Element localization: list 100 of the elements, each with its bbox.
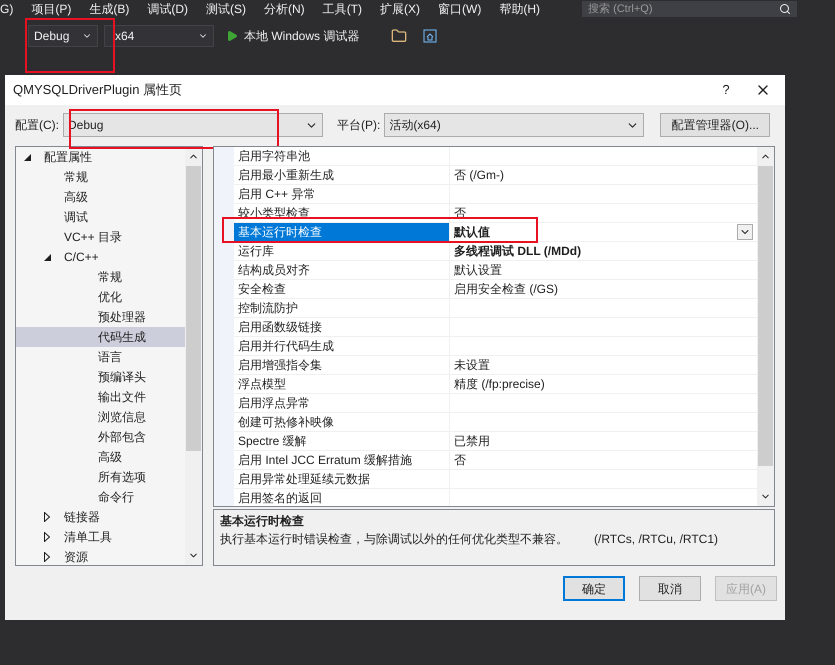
property-row[interactable]: 浮点模型 精度 (/fp:precise) [234,375,757,394]
tree-item[interactable]: 命令行 [16,487,185,507]
tree-item[interactable]: 链接器 [16,507,185,527]
tree-item[interactable]: 浏览信息 [16,407,185,427]
menu-item[interactable]: 测试(S) [206,1,246,17]
tree-item[interactable]: 所有选项 [16,467,185,487]
menu-item[interactable]: G) [0,1,14,17]
dropdown-button-icon[interactable] [737,224,753,240]
property-row[interactable]: 启用函数级链接 [234,318,757,337]
window-icon[interactable] [423,29,438,43]
tree-item[interactable]: VC++ 目录 [16,227,185,247]
tree-item[interactable]: 清单工具 [16,527,185,547]
help-button[interactable]: ? [711,80,741,100]
property-row[interactable]: 启用并行代码生成 [234,337,757,356]
collapsed-arrow-icon[interactable] [44,552,50,562]
property-row[interactable]: 启用异常处理延续元数据 [234,470,757,489]
folder-icon[interactable] [391,28,408,44]
property-row[interactable]: 启用最小重新生成 否 (/Gm-) [234,166,757,185]
menu-item[interactable]: 调试(D) [147,1,188,17]
search-icon [779,3,792,15]
property-name: 结构成员对齐 [234,261,450,279]
tree-item[interactable]: 预处理器 [16,307,185,327]
description-text: 执行基本运行时错误检查，与除调试以外的任何优化类型不兼容。 [220,531,568,548]
property-value: 否 [454,452,466,469]
property-name: 启用增强指令集 [234,356,450,374]
property-row[interactable]: 运行库 多线程调试 DLL (/MDd) [234,242,757,261]
tree-item[interactable]: 高级 [16,187,185,207]
tree-item[interactable]: 代码生成 [16,327,185,347]
menu-item[interactable]: 项目(P) [31,1,72,17]
dialog-title: QMYSQLDriverPlugin 属性页 [13,81,184,100]
tree-item[interactable]: 资源 [16,547,185,565]
platform-dropdown[interactable]: 活动(x64) [384,113,644,137]
config-label: 配置(C): [15,117,59,134]
property-name: 浮点模型 [234,375,450,393]
property-name: 运行库 [234,242,450,260]
scrollbar[interactable] [185,147,202,565]
property-value: 默认设置 [454,262,502,279]
tree-item[interactable]: C/C++ [16,247,185,267]
property-row[interactable]: Spectre 缓解 已禁用 [234,432,757,451]
property-name: 启用签名的返回 [234,489,450,506]
property-value: 否 (/Gm-) [454,167,504,184]
property-row[interactable]: 启用浮点异常 [234,394,757,413]
collapsed-arrow-icon[interactable] [44,512,50,522]
property-row[interactable]: 启用 Intel JCC Erratum 缓解措施 否 [234,451,757,470]
tree-item[interactable]: 预编译头 [16,367,185,387]
play-icon [226,30,238,42]
tree-item[interactable]: 优化 [16,287,185,307]
property-name: 启用函数级链接 [234,318,450,336]
tree-item[interactable]: 外部包含 [16,427,185,447]
search-box[interactable]: 搜索 (Ctrl+Q) [582,1,798,17]
menu-item[interactable]: 分析(N) [264,1,305,17]
property-value: 未设置 [454,357,490,374]
tree-item[interactable]: 输出文件 [16,387,185,407]
platform-label: 平台(P): [337,117,380,134]
property-row[interactable]: 控制流防护 [234,299,757,318]
start-debugger-button[interactable]: 本地 Windows 调试器 [220,25,366,47]
scrollbar[interactable] [757,147,774,506]
tree-item[interactable]: 常规 [16,267,185,287]
collapsed-arrow-icon[interactable] [44,532,50,542]
menu-item[interactable]: 帮助(H) [499,1,540,17]
property-name: 启用浮点异常 [234,394,450,412]
property-row[interactable]: 启用字符串池 [234,147,757,166]
tree-item[interactable]: 语言 [16,347,185,367]
property-value: 多线程调试 DLL (/MDd) [454,243,582,260]
property-name: 启用最小重新生成 [234,166,450,184]
search-field[interactable]: 搜索 (Ctrl+Q) [582,1,762,17]
dialog-button[interactable]: 确定 [563,576,625,601]
expanded-arrow-icon[interactable] [24,154,31,160]
property-name: 基本运行时检查 [234,223,450,241]
property-value: 启用安全检查 (/GS) [454,281,558,298]
configuration-dropdown[interactable]: Debug [28,25,98,47]
property-row[interactable]: 安全检查 启用安全检查 (/GS) [234,280,757,299]
property-name: 启用 C++ 异常 [234,185,450,203]
property-row[interactable]: 创建可热修补映像 [234,413,757,432]
property-name: 启用字符串池 [234,147,450,165]
menu-item[interactable]: 生成(B) [89,1,130,17]
property-value: 已禁用 [454,433,490,450]
description-switches: (/RTCs, /RTCu, /RTC1) [594,531,718,548]
property-name: 创建可热修补映像 [234,413,450,431]
tree-item[interactable]: 高级 [16,447,185,467]
platform-dropdown[interactable]: x64 [104,25,214,47]
menu-item[interactable]: 窗口(W) [438,1,482,17]
menu-item[interactable]: 工具(T) [322,1,362,17]
property-value: 精度 (/fp:precise) [454,376,545,393]
property-row[interactable]: 基本运行时检查 默认值 [234,223,757,242]
property-row[interactable]: 结构成员对齐 默认设置 [234,261,757,280]
tree-item[interactable]: 配置属性 [16,147,185,167]
tree-item[interactable]: 常规 [16,167,185,187]
property-name: 启用并行代码生成 [234,337,450,355]
property-name: Spectre 缓解 [234,432,450,450]
expanded-arrow-icon[interactable] [44,254,51,260]
property-name: 启用 Intel JCC Erratum 缓解措施 [234,451,450,469]
dialog-button[interactable]: 取消 [639,576,701,601]
description-title: 基本运行时检查 [220,513,305,530]
property-row[interactable]: 启用增强指令集 未设置 [234,356,757,375]
menu-item[interactable]: 扩展(X) [380,1,420,17]
configuration-manager-button[interactable]: 配置管理器(O)... [660,113,770,137]
property-row[interactable]: 启用 C++ 异常 [234,185,757,204]
property-value: 默认值 [454,224,490,241]
tree-item[interactable]: 调试 [16,207,185,227]
